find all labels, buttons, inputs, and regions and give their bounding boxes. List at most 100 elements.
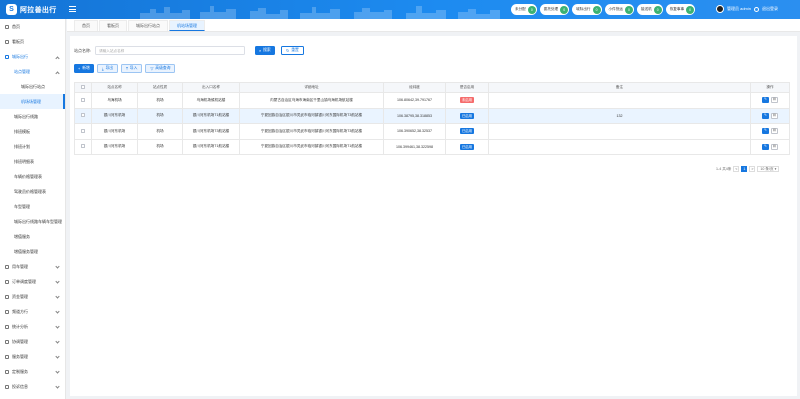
sidebar-item[interactable]: 驾驶员价格管理表 (0, 184, 65, 199)
search-icon: ⌕ (259, 48, 262, 53)
chevron-icon (55, 354, 60, 359)
page-size-value: 10 条/页 (760, 166, 774, 171)
header-pill-count: 0 (592, 5, 601, 14)
sidebar-item[interactable]: 城际出行 (0, 49, 65, 64)
sidebar-item[interactable]: 统计分析 (0, 319, 65, 334)
sidebar-item[interactable]: 车辆价格管理表 (0, 169, 65, 184)
sidebar-item-label: 频道方行 (12, 308, 28, 314)
row-checkbox[interactable] (81, 97, 85, 102)
download-icon: ⤓ (101, 66, 104, 71)
cell-gate: 银川河东机场T3航站楼 (182, 123, 240, 140)
sidebar-item[interactable]: 增值服务 (0, 229, 65, 244)
sidebar-item[interactable]: 服务管理 (0, 349, 65, 364)
tab-item[interactable]: 看板页 (99, 20, 127, 31)
import-button[interactable]: ⤒ 导入 (121, 64, 143, 73)
avatar[interactable] (716, 5, 724, 13)
menu-icon (5, 279, 9, 284)
tab-item[interactable]: 城际出行站点 (128, 20, 168, 31)
page-size-select[interactable]: 10 条/页 ▾ (757, 166, 780, 172)
sidebar-item[interactable]: 站点管理 (0, 64, 65, 79)
sidebar-item[interactable]: 排班明细表 (0, 154, 65, 169)
sidebar-item[interactable]: 看板页 (0, 34, 65, 49)
station-name-input[interactable]: 请输入站点名称 (95, 46, 246, 55)
table-row[interactable]: 乌海机场 机场 乌海机场候机站楼 内蒙古自治区乌海市海南区千里山镇乌海机场航站楼 106… (74, 92, 790, 109)
delete-button[interactable]: ▤ (771, 97, 778, 104)
cell-coords: 106.38795,38.318853 (383, 107, 446, 124)
sidebar-item[interactable]: 定制服务 (0, 364, 65, 379)
next-page-button[interactable]: > (749, 166, 756, 172)
prev-page-button[interactable]: < (733, 166, 740, 172)
app-logo[interactable]: S 阿拉善出行 (6, 4, 57, 15)
upload-icon: ⤒ (126, 66, 128, 71)
sidebar-item[interactable]: 用车管理 (0, 259, 65, 274)
sidebar-item-label: 投诉信息 (12, 383, 28, 389)
cell-remark (488, 123, 751, 140)
row-checkbox[interactable] (81, 128, 85, 133)
sidebar-item[interactable]: 首页 (0, 19, 65, 34)
tab-item[interactable]: 机站场管理 (169, 20, 205, 31)
header-pill[interactable]: 接送机 0 (636, 4, 663, 15)
cell-status: 已启用 (445, 138, 489, 155)
chevron-icon (55, 339, 60, 344)
delete-button[interactable]: ▤ (771, 143, 778, 150)
edit-button[interactable]: ✎ (762, 112, 769, 119)
sidebar-item[interactable]: 资金管理 (0, 289, 65, 304)
row-checkbox[interactable] (81, 144, 85, 149)
delete-button[interactable]: ▤ (771, 112, 778, 119)
edit-button[interactable]: ✎ (762, 97, 769, 104)
city-skyline-decoration (140, 6, 500, 19)
sidebar-item-label: 增值服务 (14, 233, 30, 239)
menu-toggle-icon[interactable] (69, 6, 76, 12)
sidebar-item[interactable]: 机场场管理 (0, 94, 65, 109)
menu-icon (5, 369, 9, 374)
toolbar: + 新增 ⤓ 导出 ⤒ 导入 ▽ 高级查询 (74, 64, 176, 73)
add-button[interactable]: + 新增 (74, 64, 94, 73)
cell-remark (488, 138, 751, 155)
filter-icon: ▽ (150, 67, 154, 71)
sidebar-item[interactable]: 频道方行 (0, 304, 65, 319)
sidebar-item[interactable]: 订单调度管理 (0, 274, 65, 289)
tab-item[interactable]: 首页 (74, 20, 98, 31)
sidebar-item[interactable]: 投诉信息 (0, 379, 65, 394)
header-pill[interactable]: 恢复事事 0 (665, 4, 696, 15)
header-pill-count: 0 (560, 5, 569, 14)
table-row[interactable]: 银川河东机场 机场 银川河东机场T3航站楼 宁夏回族自治区银川市灵武市临河镇银川河东国… (74, 123, 790, 140)
export-button[interactable]: ⤓ 导出 (96, 64, 119, 73)
sidebar-item[interactable]: 城际出行站点 (0, 79, 65, 94)
sidebar-item[interactable]: 车型管理 (0, 199, 65, 214)
trash-icon: ▤ (772, 128, 777, 133)
delete-button[interactable]: ▤ (771, 128, 778, 135)
sidebar-item[interactable]: 排班计划 (0, 139, 65, 154)
cell-status: 未启用 (445, 92, 489, 109)
advanced-query-button[interactable]: ▽ 高级查询 (145, 64, 176, 73)
header-pill[interactable]: 小件快运 0 (604, 4, 634, 15)
sidebar-item[interactable]: 城际出行线路 (0, 109, 65, 124)
edit-button[interactable]: ✎ (762, 143, 769, 150)
header-pill[interactable]: 城际出行 0 (572, 4, 602, 15)
cell-status: 已启用 (445, 107, 489, 124)
sidebar-item[interactable]: 增值服务管理 (0, 244, 65, 259)
search-button[interactable]: ⌕ 搜索 (255, 46, 275, 55)
logout-button[interactable]: 退出登录 (762, 6, 778, 12)
row-checkbox[interactable] (81, 113, 85, 118)
sidebar-item-label: 增值服务管理 (14, 248, 38, 254)
sidebar-item-label: 排班计划 (14, 143, 30, 149)
header-pill-label: 小件快运 (608, 7, 623, 11)
header-pill-label: 接送机 (640, 7, 652, 11)
header-pill[interactable]: 未分配 0 (511, 4, 537, 15)
table-row[interactable]: 银川河东机场 机场 银川河东机场T1航站楼 宁夏回族自治区银川市灵武市临河镇银川河东国… (74, 107, 790, 124)
page-1-button[interactable]: 1 (741, 166, 748, 172)
header-pill[interactable]: 委托处理 0 (539, 4, 570, 15)
user-area[interactable]: 管理员 admin 退出登录 (716, 5, 778, 13)
select-all-checkbox[interactable] (81, 85, 85, 89)
sidebar-item[interactable]: 城际出行线路车辆车型管理 (0, 214, 65, 229)
sidebar-item[interactable]: 排班模板 (0, 124, 65, 139)
menu-icon (5, 264, 9, 269)
sidebar-item[interactable]: 协调管理 (0, 334, 65, 349)
reset-button[interactable]: ↻ 重置 (281, 46, 304, 55)
cell-name: 银川河东机场 (91, 107, 138, 124)
cell-address: 宁夏回族自治区银川市灵武市临河镇银川河东国际机场T1航站楼 (239, 138, 384, 155)
column-header: 经纬度 (383, 82, 446, 93)
table-row[interactable]: 银川河东机场 机场 银川河东机场T1航站楼 宁夏回族自治区银川市灵武市临河镇银川河东国… (74, 138, 790, 155)
edit-button[interactable]: ✎ (762, 128, 769, 135)
